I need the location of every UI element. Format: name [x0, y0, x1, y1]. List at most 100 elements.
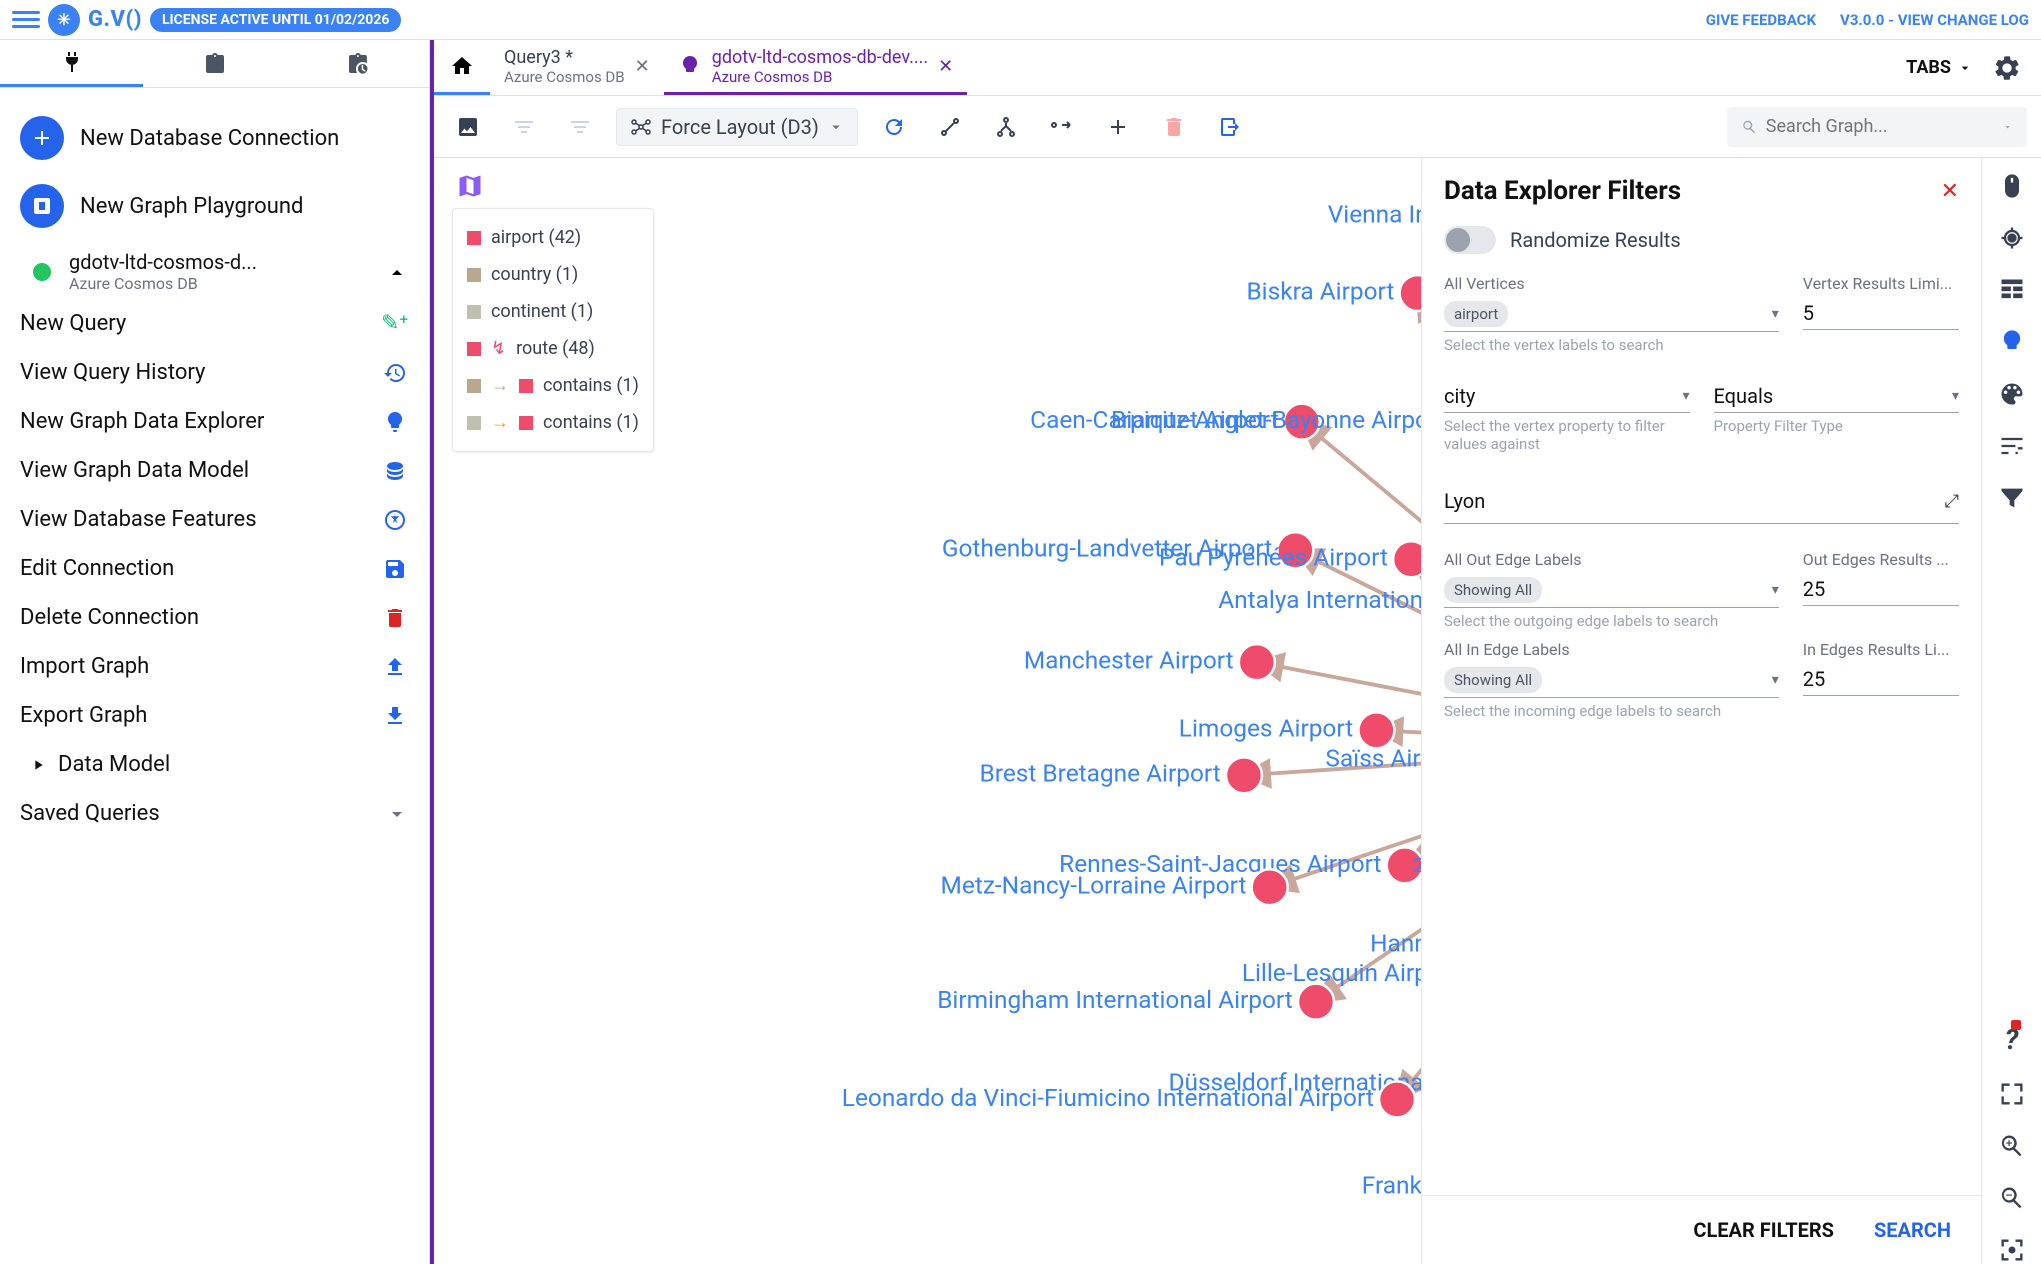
help-icon[interactable]: ?: [2005, 1023, 2019, 1056]
explore-icon: [381, 410, 409, 434]
clipboard-icon: [203, 52, 227, 76]
filter-lines-icon: [512, 115, 536, 139]
refresh-button[interactable]: [874, 107, 914, 147]
zoom-out-icon[interactable]: [1998, 1184, 2026, 1212]
sidebar-tab-history[interactable]: [286, 40, 429, 87]
expand-icon[interactable]: ⤢: [1945, 491, 1959, 512]
sidebar-item-edit-connection[interactable]: Edit Connection: [14, 544, 415, 593]
fullscreen-icon[interactable]: [1998, 1080, 2026, 1108]
graph-node[interactable]: [1358, 712, 1394, 748]
randomize-toggle[interactable]: [1444, 226, 1496, 254]
fit-view-icon[interactable]: [1998, 1236, 2026, 1264]
graph-node[interactable]: [1252, 869, 1288, 905]
graph-node[interactable]: [1226, 757, 1262, 793]
sidebar-item-new-query[interactable]: New Query ✎⁺: [14, 299, 415, 348]
sidebar-item-data-explorer[interactable]: New Graph Data Explorer: [14, 397, 415, 446]
sidebar-tab-connections[interactable]: [0, 40, 143, 87]
map-icon[interactable]: [456, 172, 484, 204]
menu-icon[interactable]: [12, 6, 40, 34]
settings-icon[interactable]: [1993, 54, 2021, 82]
sidebar-item-delete-connection[interactable]: Delete Connection: [14, 593, 415, 642]
path-button[interactable]: [930, 107, 970, 147]
zoom-in-icon[interactable]: [1998, 1132, 2026, 1160]
layout-select[interactable]: Force Layout (D3): [616, 108, 858, 146]
property-filter-type-select[interactable]: Equals▾: [1714, 380, 1960, 413]
image-view-button[interactable]: [448, 107, 488, 147]
legend-swatch: [467, 342, 481, 356]
chip: Showing All: [1444, 577, 1542, 603]
legend-label: country (1): [491, 264, 578, 285]
tab-close-icon[interactable]: ✕: [635, 56, 650, 77]
vertex-limit-input[interactable]: [1803, 297, 1959, 330]
funnel-icon[interactable]: [1998, 484, 2026, 512]
legend-label: continent (1): [491, 301, 593, 322]
sidebar-item-data-model[interactable]: View Graph Data Model: [14, 446, 415, 495]
filter-button-2: [560, 107, 600, 147]
refresh-icon: [882, 115, 906, 139]
edge-button[interactable]: [1042, 107, 1082, 147]
graph-node[interactable]: [1277, 532, 1313, 568]
legend-swatch: [467, 268, 481, 282]
explore-icon: [678, 54, 702, 78]
filter-value-input[interactable]: [1444, 485, 1945, 517]
clear-filters-button[interactable]: CLEAR FILTERS: [1693, 1218, 1834, 1242]
tab-home[interactable]: [434, 40, 490, 95]
graph-node[interactable]: [1239, 644, 1275, 680]
export-icon: [1218, 115, 1242, 139]
mouse-icon[interactable]: [1998, 172, 2026, 200]
graph-node-label: Leonardo da Vinci-Fiumicino Internationa…: [842, 1083, 1374, 1112]
sidebar: New Database Connection New Graph Playgr…: [0, 40, 430, 1264]
sidebar-item-import-graph[interactable]: Import Graph: [14, 642, 415, 691]
search-graph-input[interactable]: [1727, 107, 2027, 147]
graph-node[interactable]: [1298, 984, 1334, 1020]
new-playground-label: New Graph Playground: [80, 194, 303, 219]
close-panel-icon[interactable]: ✕: [1941, 179, 1959, 204]
sidebar-tab-clipboard[interactable]: [143, 40, 286, 87]
plus-icon: [1106, 115, 1130, 139]
graph-node[interactable]: [1379, 1081, 1415, 1117]
connection-item[interactable]: gdotv-ltd-cosmos-d... Azure Cosmos DB: [14, 240, 415, 299]
in-limit-input[interactable]: [1803, 663, 1959, 696]
export-button[interactable]: [1210, 107, 1250, 147]
caret-right-icon: [30, 757, 46, 773]
wand-icon: ✎⁺: [381, 311, 409, 336]
search-icon: [1741, 115, 1758, 139]
search-button[interactable]: SEARCH: [1874, 1218, 1951, 1242]
out-limit-input[interactable]: [1803, 573, 1959, 606]
table-icon[interactable]: [1998, 276, 2026, 304]
field-label: Out Edges Results ...: [1803, 550, 1959, 569]
sidebar-item-db-features[interactable]: View Database Features: [14, 495, 415, 544]
sidebar-item-export-graph[interactable]: Export Graph: [14, 691, 415, 740]
changelog-link[interactable]: V3.0.0 - VIEW CHANGE LOG: [1840, 11, 2029, 29]
palette-icon[interactable]: [1998, 380, 2026, 408]
plus-icon: [30, 126, 54, 150]
sliders-icon[interactable]: [1998, 432, 2026, 460]
chevron-up-icon[interactable]: [385, 260, 409, 284]
history-icon: [381, 361, 409, 385]
in-edges-select[interactable]: Showing All▾: [1444, 663, 1779, 698]
chip-icon: [30, 194, 54, 218]
sidebar-section-label: Data Model: [58, 752, 170, 777]
tab-data-explorer[interactable]: gdotv-ltd-cosmos-db-dev.... Azure Cosmos…: [664, 40, 967, 95]
sidebar-item-query-history[interactable]: View Query History: [14, 348, 415, 397]
trash-icon: [381, 606, 409, 630]
sidebar-item-data-model-section[interactable]: Data Model: [14, 740, 415, 789]
tab-close-icon[interactable]: ✕: [938, 56, 953, 77]
new-playground-button[interactable]: New Graph Playground: [14, 172, 415, 240]
target-icon[interactable]: [1998, 224, 2026, 252]
graph-node[interactable]: [1284, 404, 1320, 440]
tree-button[interactable]: [986, 107, 1026, 147]
search-graph-field[interactable]: [1766, 116, 1994, 137]
feedback-link[interactable]: GIVE FEEDBACK: [1706, 11, 1816, 29]
sidebar-item-saved-queries[interactable]: Saved Queries: [14, 789, 415, 838]
filter-explorer-icon[interactable]: [1998, 328, 2026, 356]
tabs-dropdown-button[interactable]: TABS: [1906, 57, 1973, 78]
graph-node-label: Gothenburg-Landvetter Airport: [942, 534, 1272, 563]
add-button[interactable]: [1098, 107, 1138, 147]
sidebar-section-label: Saved Queries: [20, 801, 160, 826]
out-edges-select[interactable]: Showing All▾: [1444, 573, 1779, 608]
vertex-property-select[interactable]: city▾: [1444, 380, 1690, 413]
tab-query3[interactable]: Query3 * Azure Cosmos DB ✕: [490, 40, 664, 95]
new-db-connection-button[interactable]: New Database Connection: [14, 104, 415, 172]
vertex-labels-select[interactable]: airport ▾: [1444, 297, 1779, 332]
